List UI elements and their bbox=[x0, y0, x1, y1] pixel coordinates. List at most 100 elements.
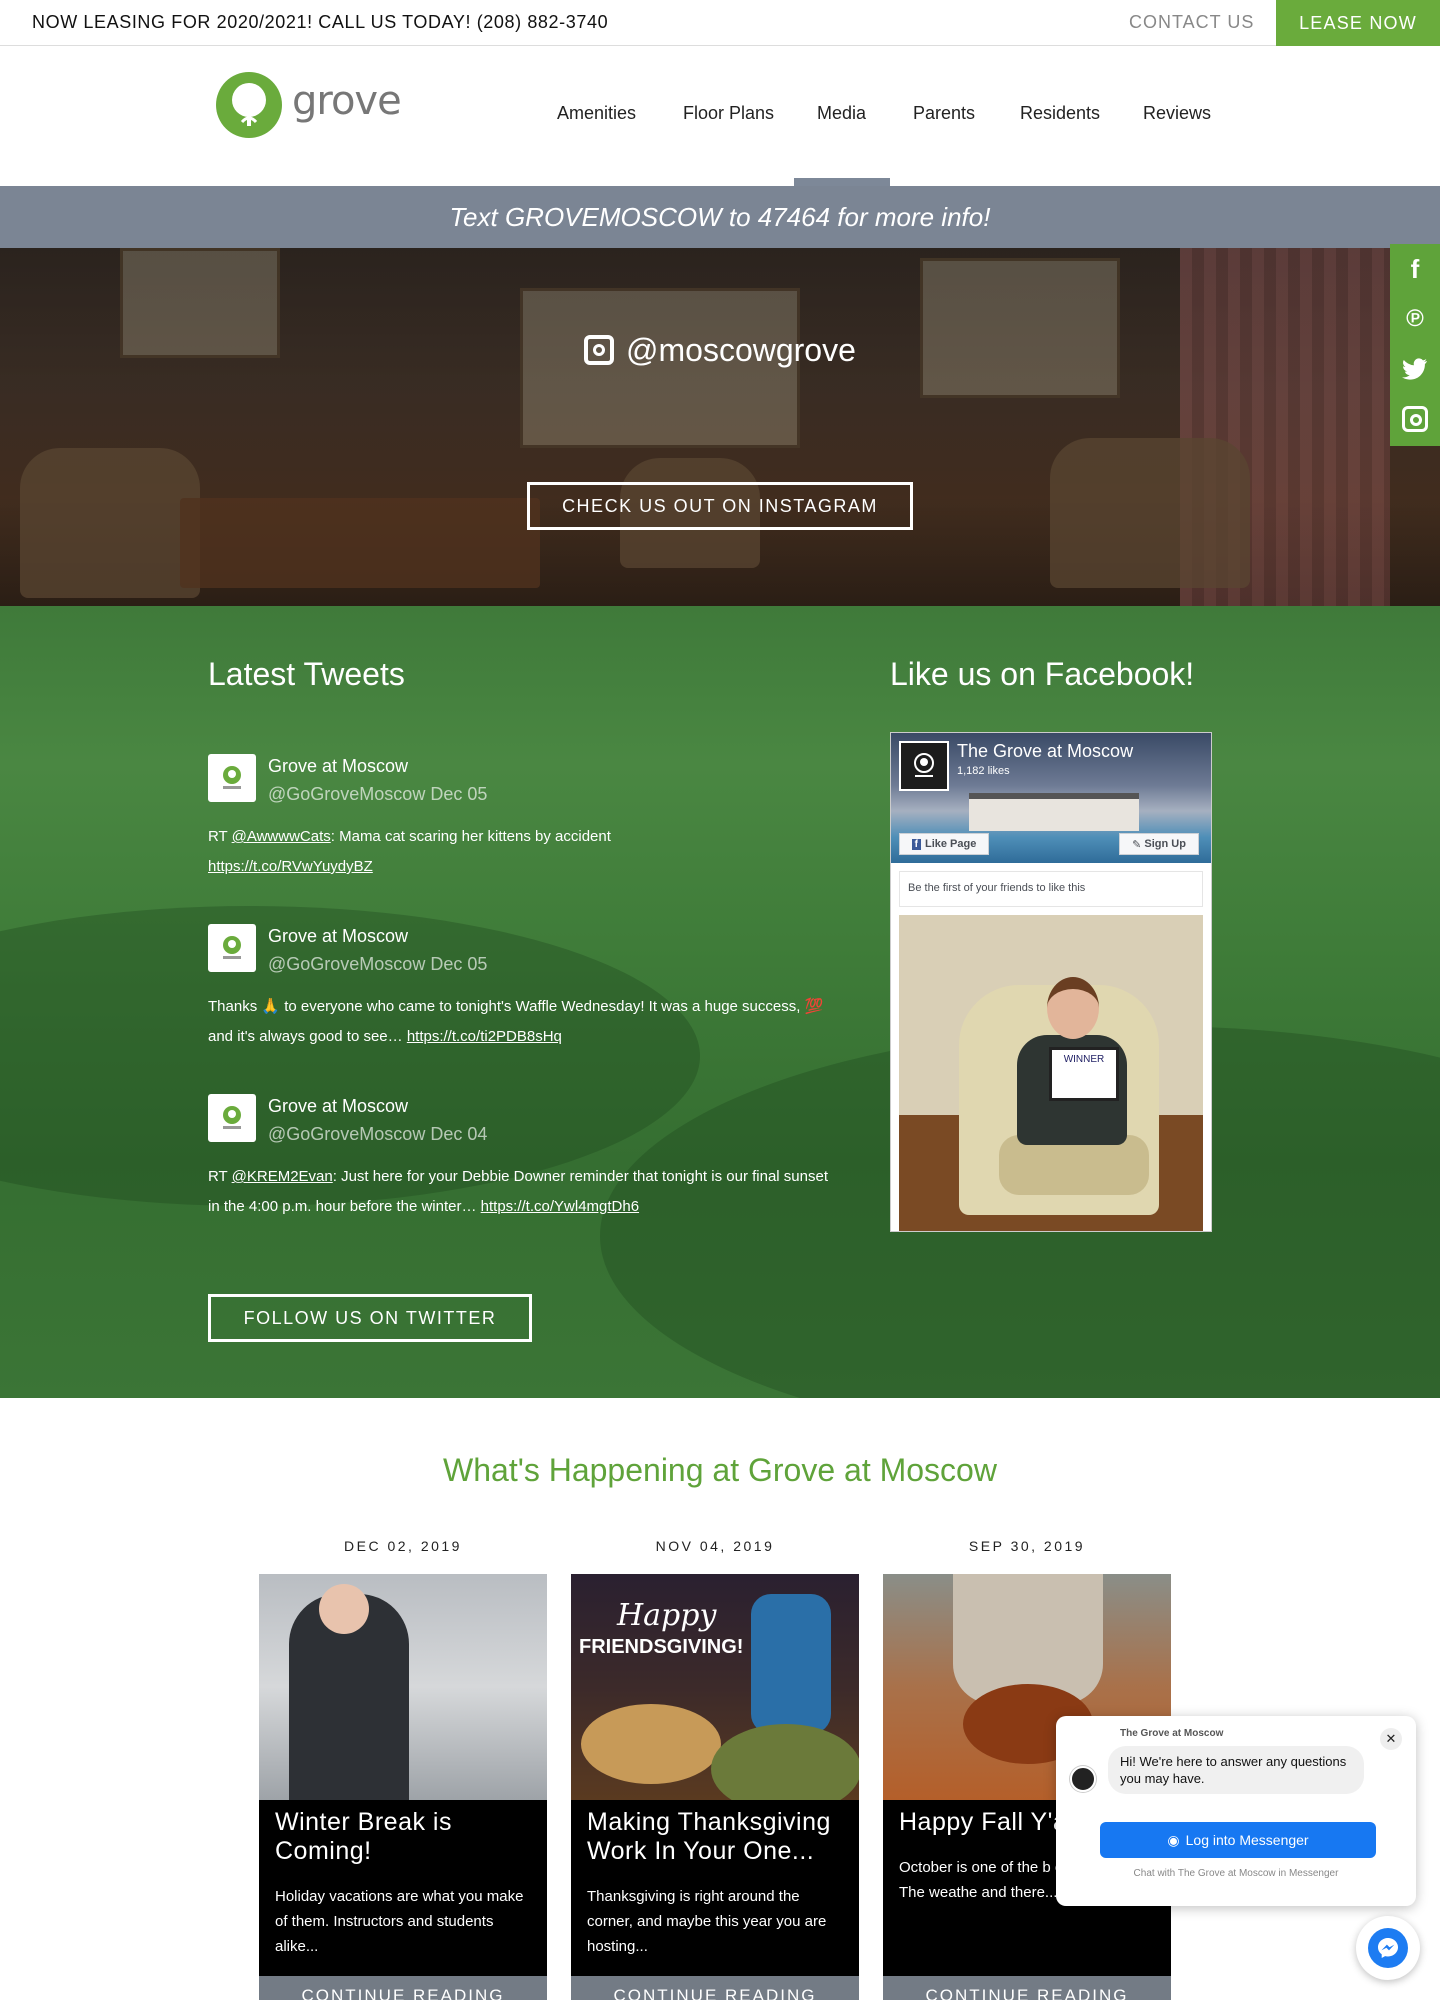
chat-message: Hi! We're here to answer any questions y… bbox=[1108, 1746, 1364, 1794]
top-bar: NOW LEASING FOR 2020/2021! CALL US TODAY… bbox=[0, 0, 1440, 46]
latest-tweets-heading: Latest Tweets bbox=[208, 656, 405, 692]
tweet-url-link[interactable]: https://t.co/ti2PDB8sHq bbox=[407, 1028, 562, 1045]
messenger-button-label: Log into Messenger bbox=[1185, 1832, 1309, 1848]
log-into-messenger-button[interactable]: ◉ Log into Messenger bbox=[1100, 1822, 1376, 1858]
main-nav: Amenities Floor Plans Media Parents Resi… bbox=[0, 103, 1440, 133]
continue-reading-button[interactable]: CONTINUE READING bbox=[883, 1976, 1171, 2000]
active-nav-indicator bbox=[794, 178, 890, 186]
social-feed-section: Latest Tweets Like us on Facebook! Grove… bbox=[0, 606, 1440, 1398]
post-title[interactable]: Making Thanksgiving Work In Your One... bbox=[587, 1808, 843, 1866]
instagram-handle-text: @moscowgrove bbox=[626, 331, 856, 368]
facebook-page-avatar[interactable] bbox=[899, 741, 949, 791]
lease-now-button[interactable]: LEASE NOW bbox=[1276, 0, 1440, 46]
tweet-author[interactable]: Grove at Moscow bbox=[268, 756, 408, 777]
tweet-mention-link[interactable]: @KREM2Evan bbox=[232, 1168, 333, 1185]
facebook-heading: Like us on Facebook! bbox=[890, 656, 1195, 692]
facebook-icon: f bbox=[911, 838, 921, 850]
tweet-mention-link[interactable]: @AwwwwCats bbox=[232, 828, 331, 845]
post-image[interactable] bbox=[259, 1574, 547, 1800]
facebook-icon[interactable]: f bbox=[1390, 244, 1440, 294]
armchair bbox=[20, 448, 200, 598]
face bbox=[319, 1584, 369, 1634]
facebook-like-button[interactable]: f Like Page bbox=[899, 833, 989, 855]
nav-parents[interactable]: Parents bbox=[913, 103, 975, 124]
chat-avatar bbox=[1070, 1766, 1096, 1792]
winner-sign: WINNER bbox=[1049, 1047, 1119, 1101]
tweet-avatar[interactable] bbox=[208, 924, 256, 972]
happening-heading: What's Happening at Grove at Moscow bbox=[443, 1452, 997, 1488]
window bbox=[920, 258, 1120, 398]
tweet: Grove at Moscow @GoGroveMoscow Dec 05 RT… bbox=[208, 754, 828, 884]
friendsgiving-text: FRIENDSGIVING! bbox=[579, 1636, 744, 1658]
tweet-text: RT @AwwwwCats: Mama cat scaring her kitt… bbox=[208, 828, 611, 875]
tweet-avatar[interactable] bbox=[208, 1094, 256, 1142]
window bbox=[120, 248, 280, 358]
messenger-launcher[interactable] bbox=[1356, 1916, 1420, 1980]
salad-bowl bbox=[711, 1724, 859, 1800]
instagram-button[interactable]: CHECK US OUT ON INSTAGRAM bbox=[527, 482, 913, 530]
facebook-signup-button[interactable]: ✎ Sign Up bbox=[1119, 833, 1199, 855]
tweet-url-link[interactable]: https://t.co/Ywl4mgtDh6 bbox=[481, 1198, 639, 1215]
pitcher bbox=[751, 1594, 831, 1734]
site-header: grove Amenities Floor Plans Media Parent… bbox=[0, 46, 1440, 186]
tweet: Grove at Moscow @GoGroveMoscow Dec 05 Th… bbox=[208, 924, 828, 1054]
photo-head bbox=[1047, 977, 1099, 1039]
leasing-announcement: NOW LEASING FOR 2020/2021! CALL US TODAY… bbox=[32, 12, 609, 32]
post-panel: Winter Break is Coming! Holiday vacation… bbox=[259, 1800, 547, 2000]
pencil-icon: ✎ bbox=[1132, 838, 1145, 851]
tweet-handle: @GoGroveMoscow Dec 04 bbox=[268, 1124, 488, 1144]
close-icon[interactable]: ✕ bbox=[1380, 1728, 1402, 1750]
nav-residents[interactable]: Residents bbox=[1020, 103, 1100, 124]
post-image[interactable]: Happy FRIENDSGIVING! bbox=[571, 1574, 859, 1800]
post-title[interactable]: Winter Break is Coming! bbox=[275, 1808, 531, 1866]
tweet-author[interactable]: Grove at Moscow bbox=[268, 926, 408, 947]
instagram-handle: @moscowgrove bbox=[584, 328, 856, 372]
tweet-author[interactable]: Grove at Moscow bbox=[268, 1096, 408, 1117]
instagram-icon bbox=[584, 335, 614, 365]
nav-amenities[interactable]: Amenities bbox=[557, 103, 636, 124]
continue-reading-button[interactable]: CONTINUE READING bbox=[259, 1976, 547, 2000]
instagram-hero: @moscowgrove CHECK US OUT ON INSTAGRAM bbox=[0, 248, 1440, 606]
friendsgiving-script: Happy bbox=[617, 1598, 717, 1633]
continue-reading-button[interactable]: CONTINUE READING bbox=[571, 1976, 859, 2000]
post-excerpt: Thanksgiving is right around the corner,… bbox=[587, 1888, 827, 1955]
grove-avatar-icon bbox=[223, 1106, 241, 1129]
contact-us-link[interactable]: CONTACT US bbox=[1129, 12, 1254, 33]
social-sidebar: f ℗ bbox=[1390, 244, 1440, 446]
nav-reviews[interactable]: Reviews bbox=[1143, 103, 1211, 124]
grove-avatar-icon bbox=[223, 766, 241, 789]
facebook-post-photo[interactable]: WINNER bbox=[899, 915, 1203, 1231]
nav-floor-plans[interactable]: Floor Plans bbox=[683, 103, 774, 124]
messenger-icon bbox=[1368, 1928, 1408, 1968]
tweet-handle: @GoGroveMoscow Dec 05 bbox=[268, 954, 488, 974]
text-info-banner: Text GROVEMOSCOW to 47464 for more info! bbox=[0, 186, 1440, 248]
food-bowl bbox=[581, 1704, 721, 1784]
post-date: DEC 02, 2019 bbox=[344, 1538, 462, 1554]
twitter-icon[interactable] bbox=[1390, 344, 1440, 394]
instagram-icon[interactable] bbox=[1390, 394, 1440, 444]
follow-twitter-button[interactable]: FOLLOW US ON TWITTER bbox=[208, 1294, 532, 1342]
chat-footer: Chat with The Grove at Moscow in Messeng… bbox=[1133, 1868, 1339, 1879]
post-panel: Making Thanksgiving Work In Your One... … bbox=[571, 1800, 859, 2000]
post-date: SEP 30, 2019 bbox=[968, 1538, 1086, 1554]
messenger-icon: ◉ bbox=[1167, 1831, 1180, 1848]
armchair bbox=[1050, 438, 1250, 588]
tweet-url-link[interactable]: https://t.co/RVwYuydyBZ bbox=[208, 858, 373, 875]
friends-like-text: Be the first of your friends to like thi… bbox=[899, 871, 1203, 907]
post-date: NOV 04, 2019 bbox=[655, 1538, 775, 1554]
clubhouse-image bbox=[969, 793, 1139, 831]
facebook-likes-count: 1,182 likes bbox=[957, 765, 1010, 777]
facebook-page-name[interactable]: The Grove at Moscow bbox=[957, 741, 1133, 762]
chat-page-name: The Grove at Moscow bbox=[1120, 1728, 1224, 1739]
dining-table bbox=[180, 498, 540, 588]
post-excerpt: Holiday vacations are what you make of t… bbox=[275, 1888, 524, 1955]
like-label: Like Page bbox=[924, 838, 977, 850]
tweet-handle: @GoGroveMoscow Dec 05 bbox=[268, 784, 488, 804]
tweet-text: RT @KREM2Evan: Just here for your Debbie… bbox=[208, 1168, 828, 1215]
grove-avatar-icon bbox=[223, 936, 241, 959]
tweet-avatar[interactable] bbox=[208, 754, 256, 802]
nav-media[interactable]: Media bbox=[817, 103, 866, 124]
facebook-page-widget: The Grove at Moscow 1,182 likes f Like P… bbox=[890, 732, 1212, 1232]
tweet: Grove at Moscow @GoGroveMoscow Dec 04 RT… bbox=[208, 1094, 828, 1224]
pinterest-icon[interactable]: ℗ bbox=[1390, 294, 1440, 344]
